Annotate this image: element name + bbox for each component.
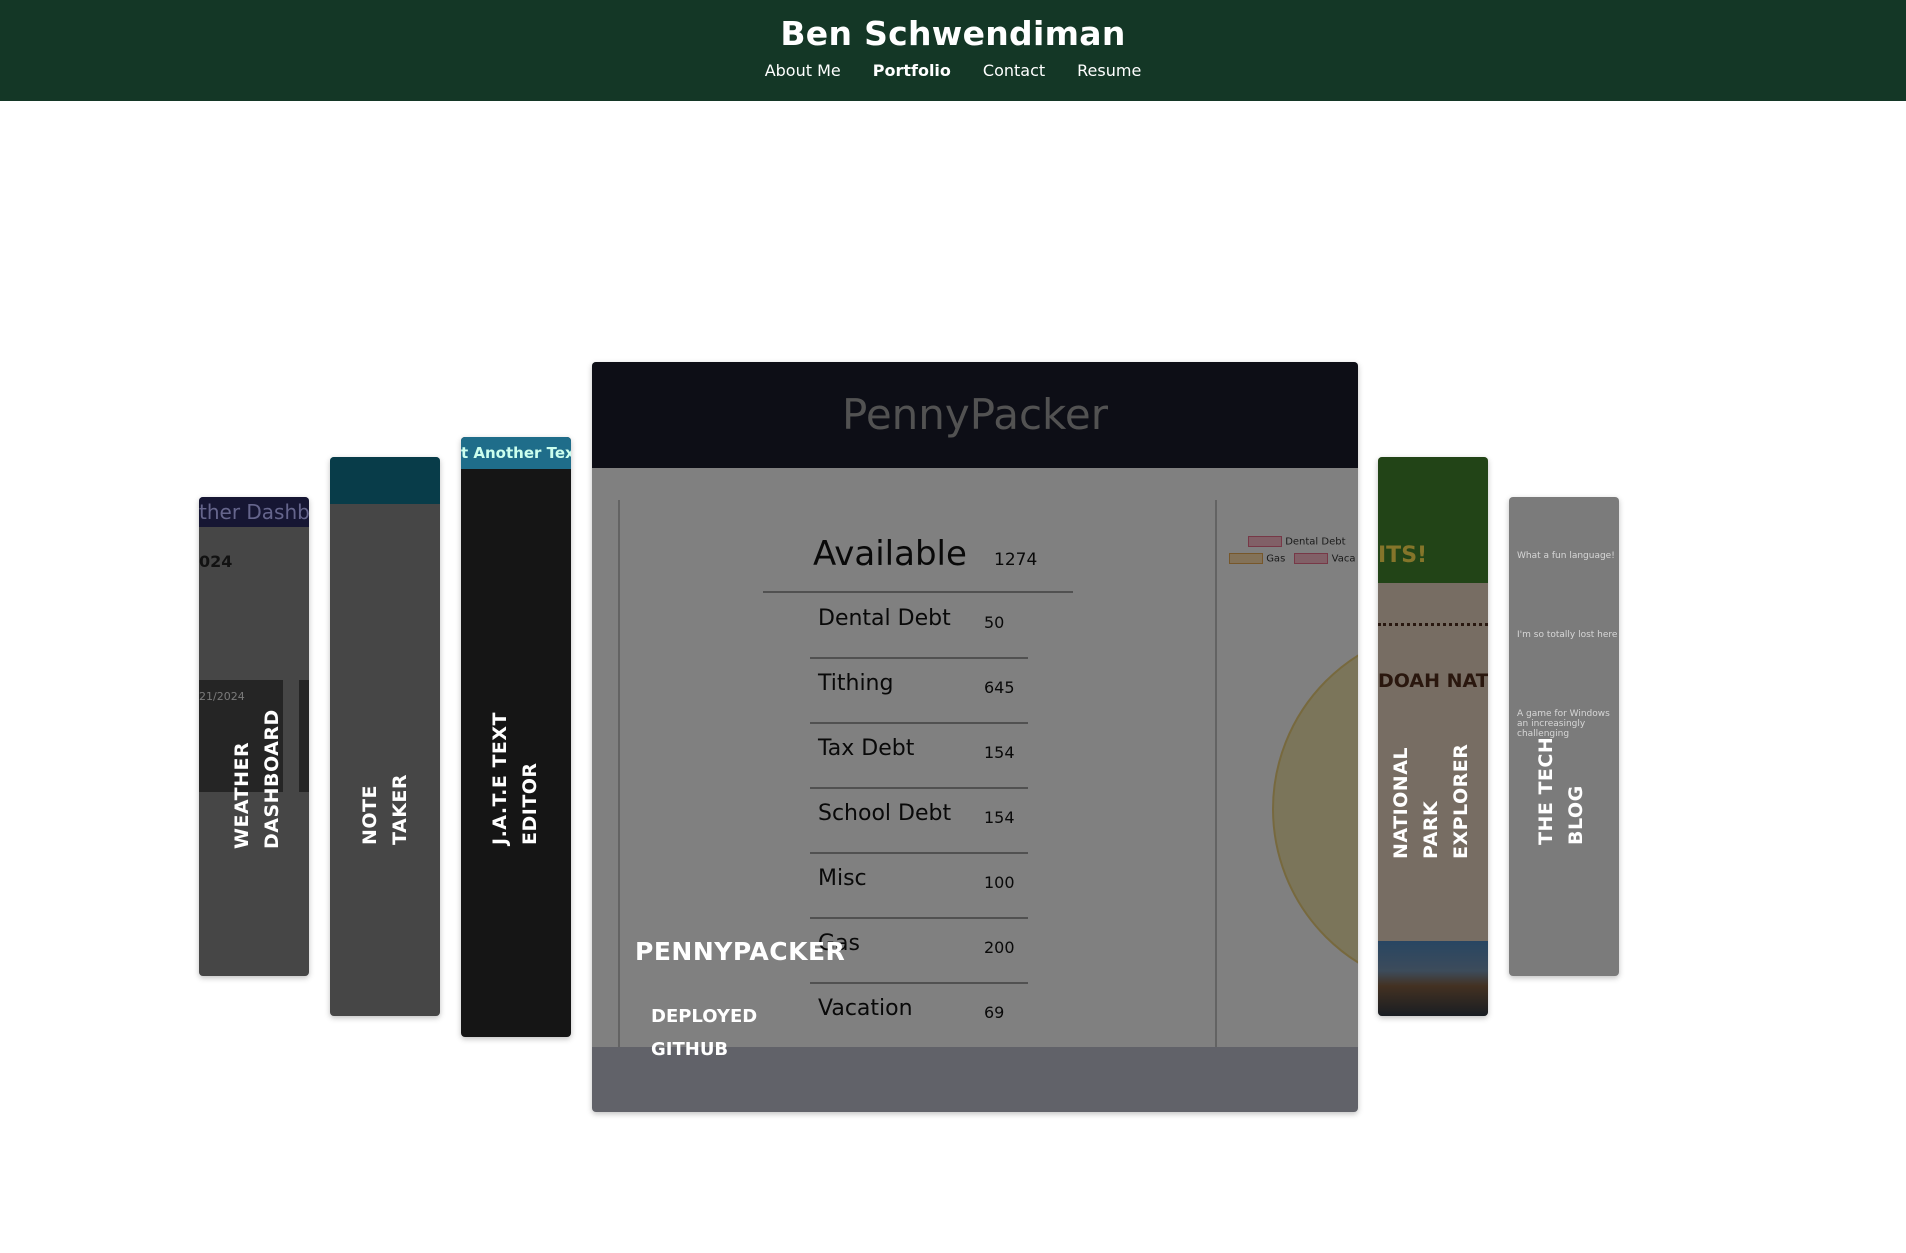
project-card-tech-blog[interactable]: What a fun language! I'm so totally lost… bbox=[1509, 497, 1619, 976]
project-label-park: NATIONAL PARK EXPLORER bbox=[1390, 743, 1472, 859]
project-card-jate-text-editor[interactable]: t Another Text J.A.T.E TEXT EDITOR bbox=[461, 437, 571, 1037]
card-overlay bbox=[1378, 457, 1488, 1016]
card-overlay bbox=[592, 362, 1358, 1112]
project-label-weather: WEATHER DASHBOARD bbox=[231, 709, 283, 849]
github-link[interactable]: GITHUB bbox=[651, 1039, 728, 1060]
nav-resume[interactable]: Resume bbox=[1077, 61, 1141, 80]
card-overlay bbox=[330, 457, 440, 1016]
project-label-jate: J.A.T.E TEXT EDITOR bbox=[489, 712, 541, 845]
main-nav: About Me Portfolio Contact Resume bbox=[0, 61, 1906, 80]
nav-about-me[interactable]: About Me bbox=[765, 61, 841, 80]
project-card-weather-dashboard[interactable]: ther Dashb 024 21/2024 WEATHER DASHBOARD bbox=[199, 497, 309, 976]
site-title: Ben Schwendiman bbox=[780, 14, 1126, 53]
project-card-national-park-explorer[interactable]: ITS! DOAH NATIO NATIONAL PARK EXPLORER bbox=[1378, 457, 1488, 1016]
project-label-note-taker: NOTE TAKER bbox=[359, 773, 411, 845]
project-title-pennypacker: PENNYPACKER bbox=[635, 937, 846, 966]
project-card-note-taker[interactable]: NOTE TAKER bbox=[330, 457, 440, 1016]
nav-contact[interactable]: Contact bbox=[983, 61, 1045, 80]
deployed-link[interactable]: DEPLOYED bbox=[651, 1006, 757, 1027]
jate-screenshot-header: t Another Text bbox=[461, 437, 571, 469]
nav-portfolio[interactable]: Portfolio bbox=[873, 61, 951, 80]
project-card-pennypacker[interactable]: PennyPacker Available 1274 Dental Debt 5… bbox=[592, 362, 1358, 1112]
site-header: Ben Schwendiman About Me Portfolio Conta… bbox=[0, 0, 1906, 101]
project-label-tech-blog: THE TECH BLOG bbox=[1535, 736, 1587, 845]
